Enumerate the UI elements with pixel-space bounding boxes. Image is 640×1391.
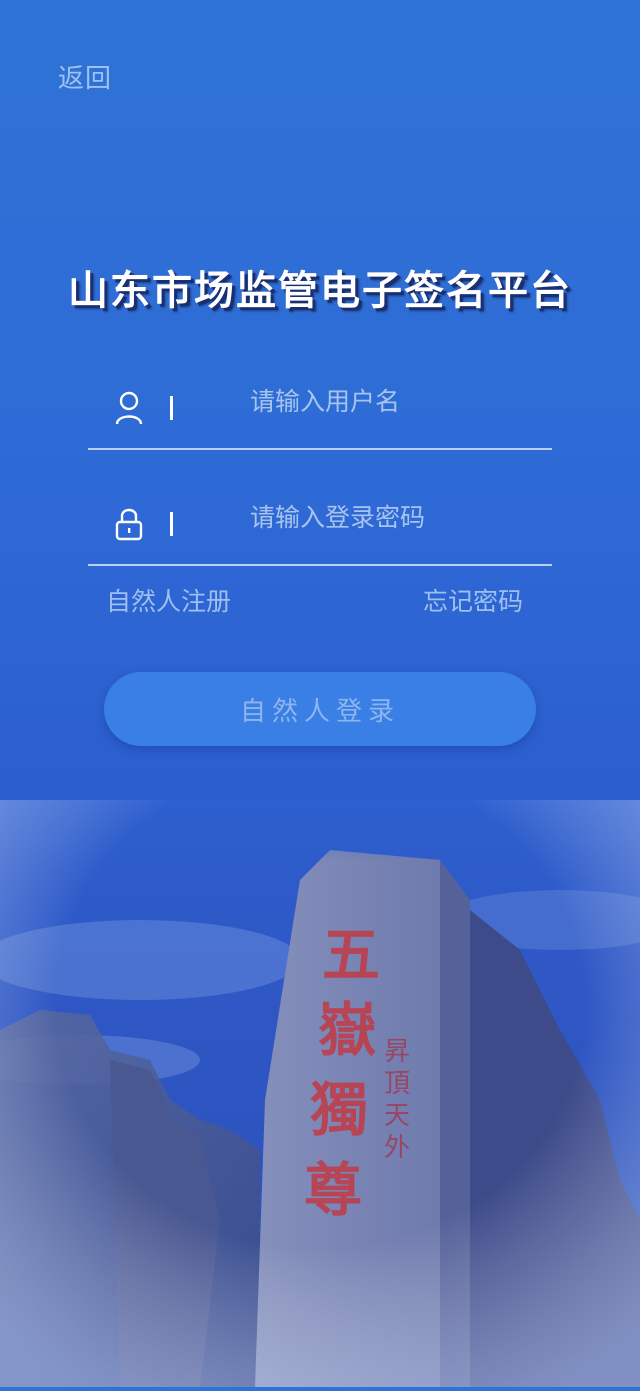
field-separator — [170, 512, 173, 536]
page-title: 山东市场监管电子签名平台 — [68, 268, 572, 314]
background-landscape-image: 五 嶽 獨 尊 昇 頂 天 外 — [0, 800, 640, 1387]
forgot-password-link[interactable]: 忘记密码 — [423, 582, 523, 618]
username-input[interactable] — [248, 380, 542, 422]
password-field — [88, 484, 552, 566]
back-link[interactable]: 返回 — [58, 58, 112, 95]
password-input[interactable] — [248, 496, 542, 538]
register-link[interactable]: 自然人注册 — [106, 582, 231, 618]
login-button[interactable]: 自然人登录 — [104, 672, 536, 746]
lock-icon — [114, 506, 144, 542]
field-separator — [170, 396, 173, 420]
user-icon — [114, 390, 144, 426]
mountain-stone-illustration: 五 嶽 獨 尊 昇 頂 天 外 — [0, 800, 640, 1387]
username-field — [88, 368, 552, 450]
